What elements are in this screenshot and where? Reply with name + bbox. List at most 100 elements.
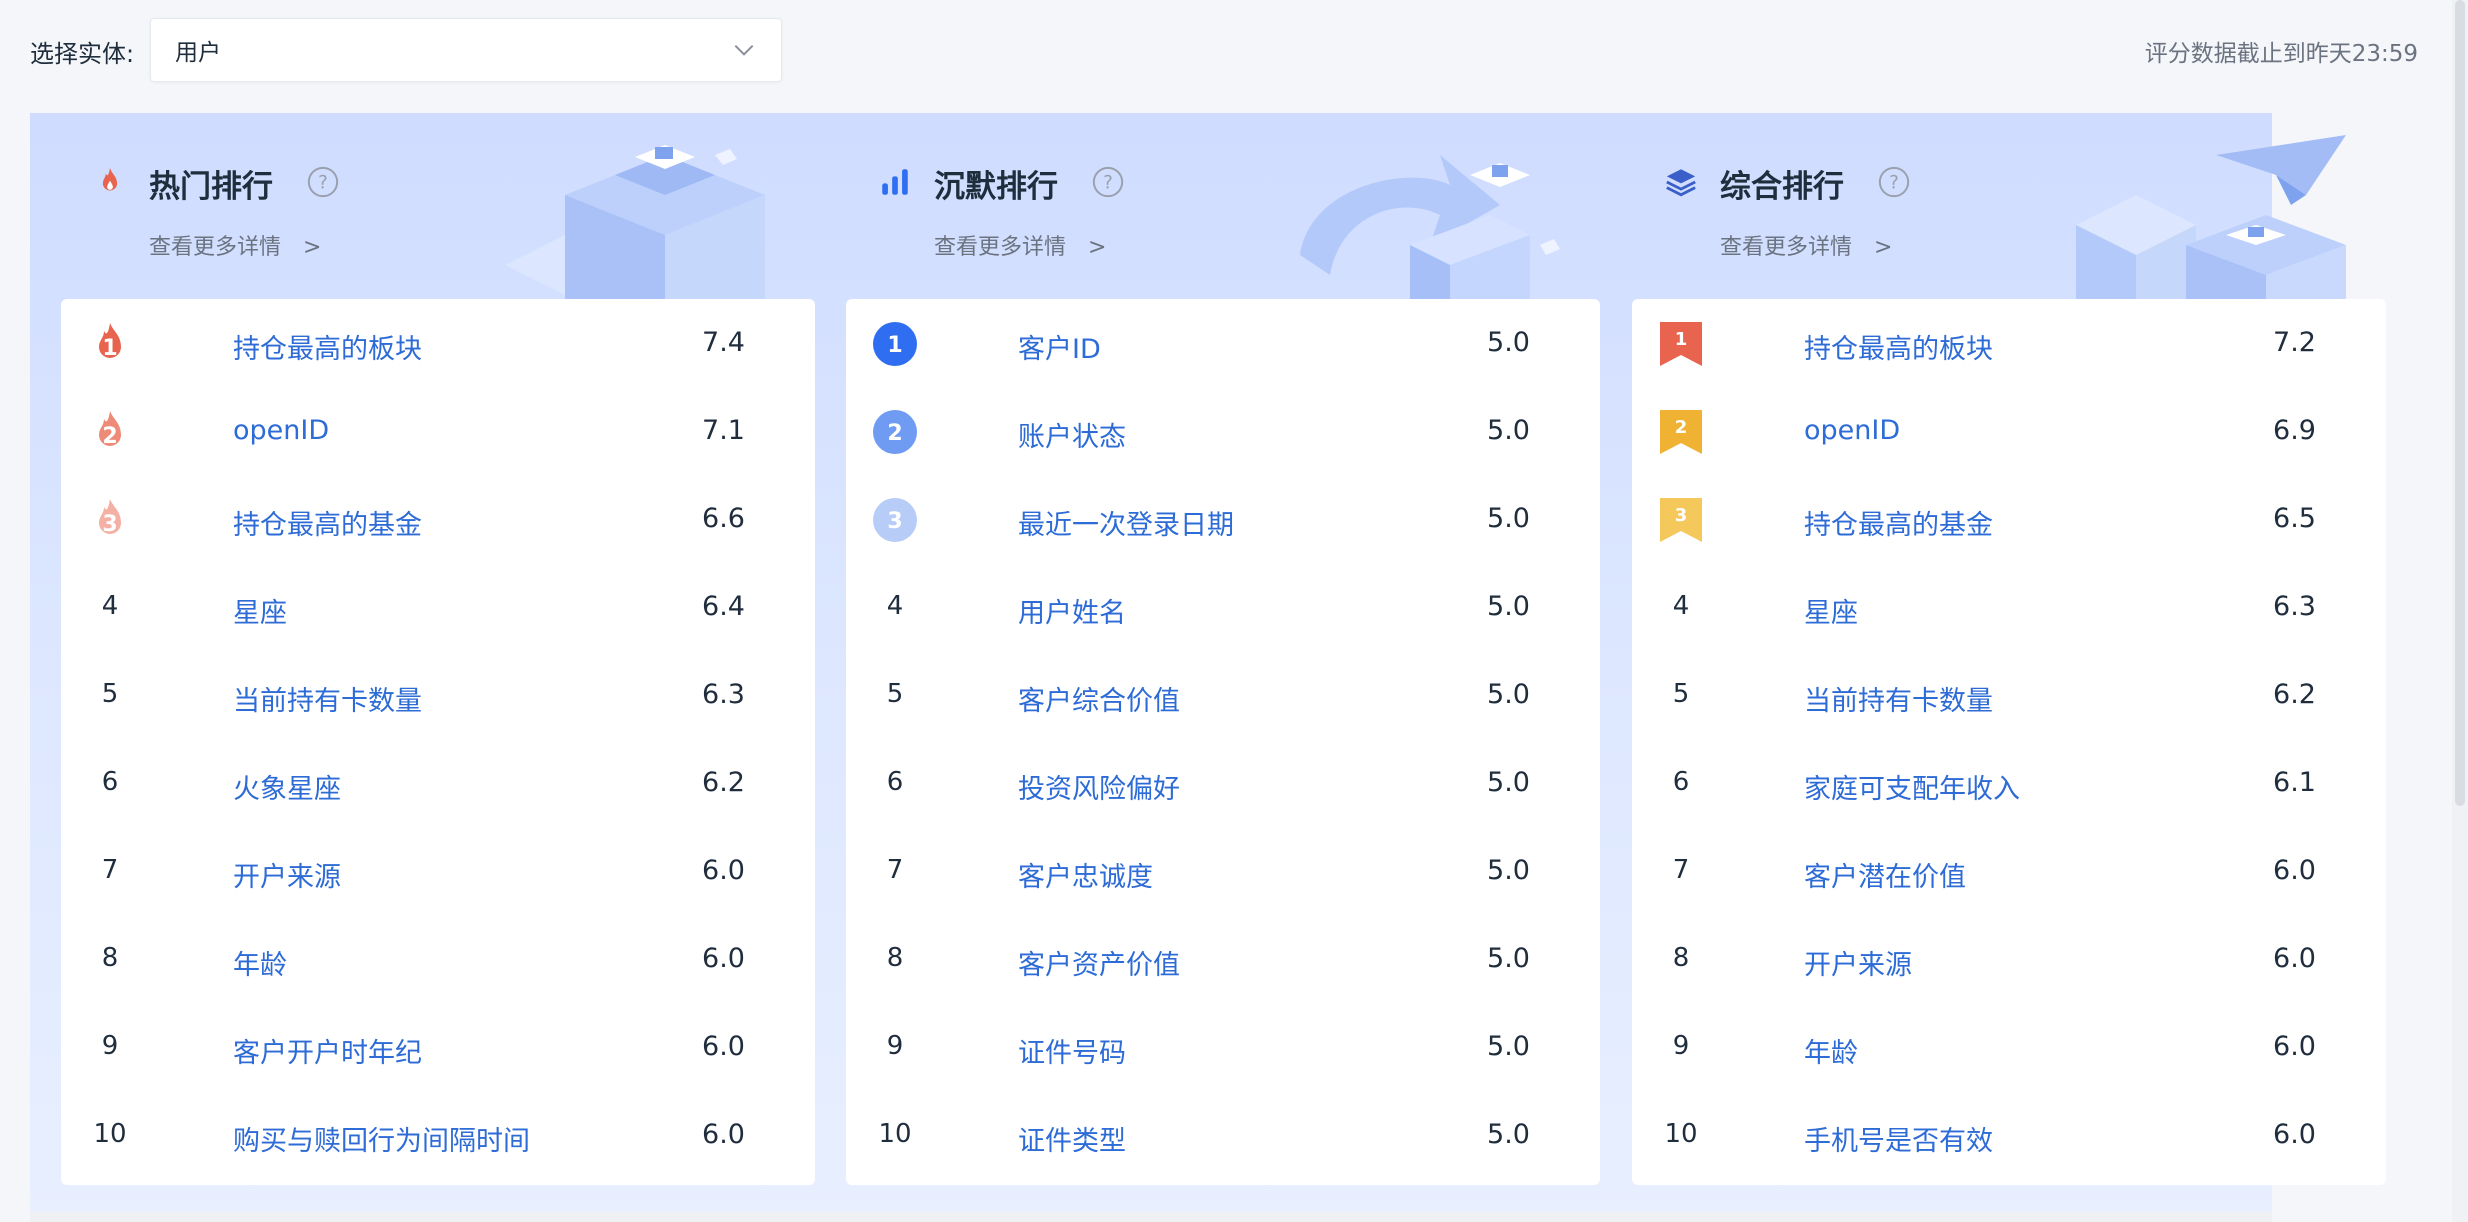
rank-number: 7 [101,855,119,885]
attribute-name-link[interactable]: 客户开户时年纪 [233,1031,422,1070]
attribute-name-link[interactable]: 最近一次登录日期 [1018,503,1234,542]
ranking-card: 1 持仓最高的板块 7.4 2 openID 7.1 3 持仓最高的基金 6.6 4 星座 6.4 5 当… [61,299,815,1185]
attribute-name-link[interactable]: 客户ID [1018,327,1101,366]
ranking-row[interactable]: 1 客户ID 5.0 [846,299,1600,387]
attribute-name-link[interactable]: openID [233,415,329,446]
view-more-link[interactable]: 查看更多详情 > [934,229,1106,261]
attribute-score: 5.0 [1487,415,1530,446]
chevron-down-icon [734,44,754,56]
svg-text:?: ? [318,172,328,193]
ranking-row[interactable]: 1 持仓最高的板块 7.2 [1632,299,2386,387]
attribute-name-link[interactable]: 手机号是否有效 [1804,1119,1993,1158]
rank-number: 4 [1672,591,1690,621]
attribute-score: 5.0 [1487,1119,1530,1150]
help-icon[interactable]: ? [306,165,340,199]
arrow-illustration-icon [1300,155,1560,299]
ranking-row[interactable]: 6 火象星座 6.2 [61,739,815,827]
attribute-name-link[interactable]: 账户状态 [1018,415,1126,454]
ranking-row[interactable]: 10 购买与赎回行为间隔时间 6.0 [61,1091,815,1179]
ranking-row[interactable]: 6 投资风险偏好 5.0 [846,739,1600,827]
rank-number: 10 [878,1119,912,1149]
attribute-name-link[interactable]: 家庭可支配年收入 [1804,767,2020,806]
attribute-name-link[interactable]: 开户来源 [1804,943,1912,982]
ranking-row[interactable]: 1 持仓最高的板块 7.4 [61,299,815,387]
ranking-row[interactable]: 2 openID 6.9 [1632,387,2386,475]
rank-number: 4 [101,591,119,621]
rank-number: 6 [1672,767,1690,797]
attribute-name-link[interactable]: 年龄 [233,943,287,982]
view-more-link[interactable]: 查看更多详情 > [149,229,321,261]
next-section-edge [30,1212,2272,1222]
ranking-row[interactable]: 5 当前持有卡数量 6.2 [1632,651,2386,739]
attribute-score: 6.0 [2273,855,2316,886]
attribute-score: 6.0 [702,1031,745,1062]
ribbon-rank-icon: 3 [1660,498,1702,542]
attribute-name-link[interactable]: 客户资产价值 [1018,943,1180,982]
flame-icon [102,167,118,191]
attribute-name-link[interactable]: 持仓最高的板块 [233,327,422,366]
ranking-row[interactable]: 9 客户开户时年纪 6.0 [61,1003,815,1091]
ranking-row[interactable]: 3 持仓最高的基金 6.6 [61,475,815,563]
attribute-name-link[interactable]: 星座 [1804,591,1858,630]
ranking-row[interactable]: 3 最近一次登录日期 5.0 [846,475,1600,563]
attribute-name-link[interactable]: 证件号码 [1018,1031,1126,1070]
attribute-name-link[interactable]: openID [1804,415,1900,446]
attribute-name-link[interactable]: 持仓最高的基金 [233,503,422,542]
attribute-score: 6.4 [702,591,745,622]
rank-number: 5 [1672,679,1690,709]
ranking-row[interactable]: 8 开户来源 6.0 [1632,915,2386,1003]
attribute-name-link[interactable]: 年龄 [1804,1031,1858,1070]
ranking-row[interactable]: 7 客户潜在价值 6.0 [1632,827,2386,915]
attribute-name-link[interactable]: 用户姓名 [1018,591,1126,630]
ranking-row[interactable]: 7 客户忠诚度 5.0 [846,827,1600,915]
ranking-row[interactable]: 4 星座 6.3 [1632,563,2386,651]
attribute-name-link[interactable]: 持仓最高的板块 [1804,327,1993,366]
attribute-name-link[interactable]: 客户潜在价值 [1804,855,1966,894]
attribute-name-link[interactable]: 证件类型 [1018,1119,1126,1158]
attribute-name-link[interactable]: 客户综合价值 [1018,679,1180,718]
ranking-row[interactable]: 8 年龄 6.0 [61,915,815,1003]
attribute-name-link[interactable]: 当前持有卡数量 [233,679,422,718]
ranking-row[interactable]: 4 星座 6.4 [61,563,815,651]
ranking-row[interactable]: 7 开户来源 6.0 [61,827,815,915]
ranking-row[interactable]: 5 当前持有卡数量 6.3 [61,651,815,739]
ribbon-rank-icon: 2 [1660,410,1702,454]
ranking-row[interactable]: 5 客户综合价值 5.0 [846,651,1600,739]
help-icon[interactable]: ? [1877,165,1911,199]
attribute-score: 7.2 [2273,327,2316,358]
page-scrollbar[interactable] [2452,0,2468,1222]
help-icon[interactable]: ? [1091,165,1125,199]
bar-chart-icon [882,169,908,195]
ranking-row[interactable]: 3 持仓最高的基金 6.5 [1632,475,2386,563]
ranking-row[interactable]: 9 年龄 6.0 [1632,1003,2386,1091]
attribute-score: 5.0 [1487,503,1530,534]
ribbon-rank-icon: 1 [1660,322,1702,366]
attribute-name-link[interactable]: 开户来源 [233,855,341,894]
ranking-row[interactable]: 2 openID 7.1 [61,387,815,475]
view-more-link[interactable]: 查看更多详情 > [1720,229,1892,261]
ranking-row[interactable]: 9 证件号码 5.0 [846,1003,1600,1091]
scrollbar-thumb[interactable] [2455,0,2465,806]
attribute-score: 6.0 [2273,1119,2316,1150]
ranking-row[interactable]: 6 家庭可支配年收入 6.1 [1632,739,2386,827]
attribute-name-link[interactable]: 客户忠诚度 [1018,855,1153,894]
rank-number: 3 [102,512,117,537]
ranking-row[interactable]: 8 客户资产价值 5.0 [846,915,1600,1003]
rank-number: 8 [101,943,119,973]
attribute-name-link[interactable]: 购买与赎回行为间隔时间 [233,1119,530,1158]
rank-number: 1 [102,336,117,361]
attribute-score: 5.0 [1487,855,1530,886]
attribute-name-link[interactable]: 星座 [233,591,287,630]
attribute-score: 5.0 [1487,1031,1530,1062]
ranking-row[interactable]: 2 账户状态 5.0 [846,387,1600,475]
attribute-name-link[interactable]: 投资风险偏好 [1018,767,1180,806]
ranking-row[interactable]: 10 证件类型 5.0 [846,1091,1600,1179]
svg-text:?: ? [1103,172,1113,193]
attribute-name-link[interactable]: 当前持有卡数量 [1804,679,1993,718]
column-title: 沉默排行 [934,169,1058,205]
ranking-row[interactable]: 4 用户姓名 5.0 [846,563,1600,651]
entity-select[interactable]: 用户 [150,18,782,82]
attribute-name-link[interactable]: 火象星座 [233,767,341,806]
attribute-name-link[interactable]: 持仓最高的基金 [1804,503,1993,542]
ranking-row[interactable]: 10 手机号是否有效 6.0 [1632,1091,2386,1179]
